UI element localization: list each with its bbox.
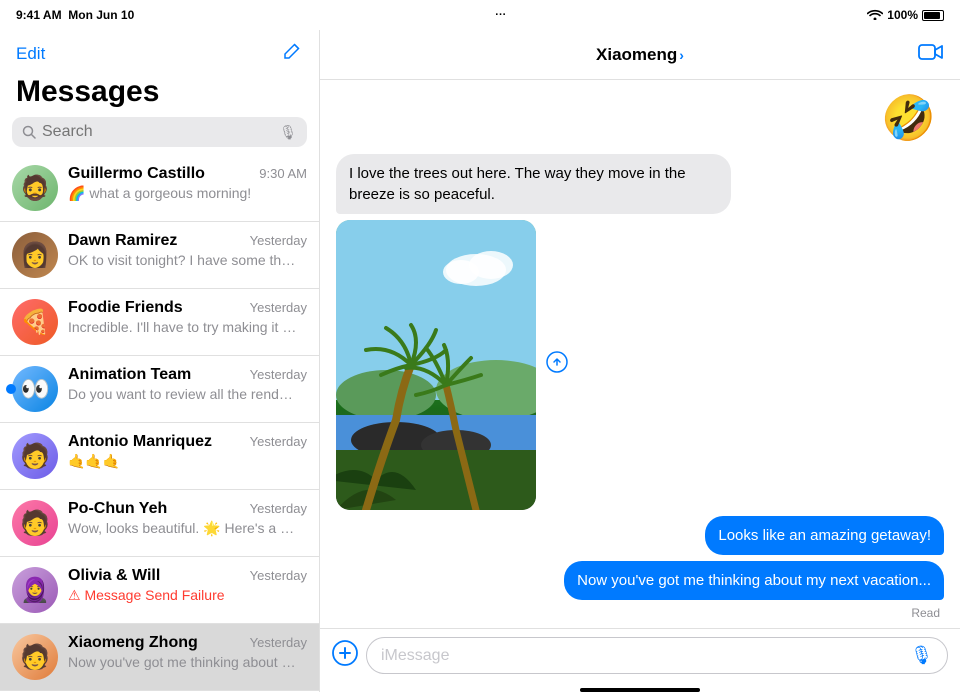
chat-messages: 🤣 I love the trees out here. The way the… — [320, 80, 960, 628]
message-bubble: I love the trees out here. The way they … — [336, 154, 731, 214]
conv-name: Animation Team — [68, 366, 191, 384]
chat-panel: Xiaomeng › 🤣 I love the trees out here. … — [320, 30, 960, 692]
sidebar-title: Messages — [0, 73, 319, 117]
conversation-item-pochun[interactable]: 🧑 Po-Chun Yeh Yesterday Wow, looks beaut… — [0, 490, 319, 557]
input-bar: iMessage 🎙 — [320, 628, 960, 686]
search-input[interactable] — [42, 123, 273, 141]
conversation-list: 🧔 Guillermo Castillo 9:30 AM 🌈 what a go… — [0, 155, 319, 692]
conv-time: Yesterday — [250, 300, 307, 315]
conv-name: Po-Chun Yeh — [68, 500, 167, 518]
avatar-guillermo: 🧔 — [12, 165, 58, 211]
app-container: Edit Messages 🎙 🧔 G — [0, 30, 960, 692]
conv-preview: Now you've got me thinking about my next… — [68, 654, 298, 670]
attachment-button[interactable] — [332, 640, 358, 672]
conv-preview: 🌈 what a gorgeous morning! — [68, 185, 298, 202]
message-input-field[interactable]: iMessage 🎙 — [366, 637, 948, 674]
conversation-item-guillermo[interactable]: 🧔 Guillermo Castillo 9:30 AM 🌈 what a go… — [0, 155, 319, 222]
search-icon — [22, 125, 36, 139]
search-bar[interactable]: 🎙 — [12, 117, 307, 147]
conv-content: Guillermo Castillo 9:30 AM 🌈 what a gorg… — [68, 165, 307, 202]
emoji-reaction: 🤣 — [881, 92, 936, 144]
conv-time: Yesterday — [250, 367, 307, 382]
conv-top-row: Olivia & Will Yesterday — [68, 567, 307, 585]
sidebar: Edit Messages 🎙 🧔 G — [0, 30, 320, 692]
conv-content: Foodie Friends Yesterday Incredible. I'l… — [68, 299, 307, 335]
message-bubble: Looks like an amazing getaway! — [705, 516, 944, 555]
conv-top-row: Xiaomeng Zhong Yesterday — [68, 634, 307, 652]
read-receipt: Read — [336, 606, 940, 620]
home-indicator — [580, 688, 700, 692]
avatar-pochun: 🧑 — [12, 500, 58, 546]
conv-name: Dawn Ramirez — [68, 232, 177, 250]
conv-time: Yesterday — [250, 635, 307, 650]
conv-name: Guillermo Castillo — [68, 165, 205, 183]
conv-content: Dawn Ramirez Yesterday OK to visit tonig… — [68, 232, 307, 268]
avatar-olivia: 🧕 — [12, 567, 58, 613]
wifi-icon — [867, 8, 883, 23]
avatar-antonio: 🧑 — [12, 433, 58, 479]
conversation-item-animation[interactable]: 👀 Animation Team Yesterday Do you want t… — [0, 356, 319, 423]
conversation-item-dawn[interactable]: 👩 Dawn Ramirez Yesterday OK to visit ton… — [0, 222, 319, 289]
status-bar: 9:41 AM Mon Jun 10 ··· 100% — [0, 0, 960, 30]
conv-preview: Wow, looks beautiful. 🌟 Here's a photo o… — [68, 520, 298, 537]
chat-header: Xiaomeng › — [320, 30, 960, 80]
avatar-animation: 👀 — [12, 366, 58, 412]
conv-content: Antonio Manriquez Yesterday 🤙🤙🤙 — [68, 433, 307, 470]
message-row: Now you've got me thinking about my next… — [336, 561, 944, 600]
conv-name: Xiaomeng Zhong — [68, 634, 198, 652]
conv-time: Yesterday — [250, 434, 307, 449]
conv-time: Yesterday — [250, 568, 307, 583]
conv-top-row: Animation Team Yesterday — [68, 366, 307, 384]
conv-preview: OK to visit tonight? I have some things … — [68, 252, 298, 268]
conv-time: 9:30 AM — [259, 166, 307, 181]
avatar-xiaomeng: 🧑 — [12, 634, 58, 680]
conversation-item-olivia[interactable]: 🧕 Olivia & Will Yesterday ⚠ Message Send… — [0, 557, 319, 624]
message-row: I love the trees out here. The way they … — [336, 154, 944, 214]
contact-chevron: › — [679, 47, 684, 63]
photo-message-row — [336, 220, 944, 510]
battery-label: 100% — [887, 8, 918, 22]
conv-time: Yesterday — [250, 501, 307, 516]
message-bubble: Now you've got me thinking about my next… — [564, 561, 944, 600]
conv-name: Antonio Manriquez — [68, 433, 212, 451]
message-placeholder: iMessage — [381, 647, 449, 665]
photo-message — [336, 220, 536, 510]
conv-name: Olivia & Will — [68, 567, 160, 585]
battery-icon — [922, 10, 944, 21]
avatar-dawn: 👩 — [12, 232, 58, 278]
conv-preview: Incredible. I'll have to try making it m… — [68, 319, 298, 335]
conversation-item-antonio[interactable]: 🧑 Antonio Manriquez Yesterday 🤙🤙🤙 — [0, 423, 319, 490]
compose-button[interactable] — [281, 40, 303, 67]
conv-preview: ⚠ Message Send Failure — [68, 587, 298, 604]
video-call-button[interactable] — [918, 43, 944, 67]
conversation-item-xiaomeng[interactable]: 🧑 Xiaomeng Zhong Yesterday Now you've go… — [0, 624, 319, 691]
conv-content: Xiaomeng Zhong Yesterday Now you've got … — [68, 634, 307, 670]
conv-preview: 🤙🤙🤙 — [68, 453, 298, 470]
conv-content: Animation Team Yesterday Do you want to … — [68, 366, 307, 402]
mic-icon: 🎙 — [279, 124, 297, 141]
conversation-item-foodie[interactable]: 🍕 Foodie Friends Yesterday Incredible. I… — [0, 289, 319, 356]
status-time: 9:41 AM Mon Jun 10 — [16, 8, 134, 22]
conv-content: Olivia & Will Yesterday ⚠ Message Send F… — [68, 567, 307, 604]
conv-content: Po-Chun Yeh Yesterday Wow, looks beautif… — [68, 500, 307, 537]
message-row: Looks like an amazing getaway! — [336, 516, 944, 555]
input-mic-button[interactable]: 🎙 — [910, 645, 933, 666]
avatar-foodie: 🍕 — [12, 299, 58, 345]
conv-top-row: Foodie Friends Yesterday — [68, 299, 307, 317]
status-indicators: 100% — [867, 8, 944, 23]
conv-top-row: Guillermo Castillo 9:30 AM — [68, 165, 307, 183]
edit-button[interactable]: Edit — [16, 44, 45, 64]
photo-image[interactable] — [336, 220, 536, 510]
conv-top-row: Dawn Ramirez Yesterday — [68, 232, 307, 250]
conv-name: Foodie Friends — [68, 299, 183, 317]
status-dots: ··· — [495, 9, 506, 21]
conv-top-row: Po-Chun Yeh Yesterday — [68, 500, 307, 518]
share-button[interactable] — [546, 351, 568, 379]
chat-contact-name[interactable]: Xiaomeng › — [596, 45, 684, 65]
conv-top-row: Antonio Manriquez Yesterday — [68, 433, 307, 451]
conv-preview: Do you want to review all the renders to… — [68, 386, 298, 402]
unread-dot — [6, 384, 16, 394]
conv-time: Yesterday — [250, 233, 307, 248]
sidebar-header: Edit — [0, 30, 319, 73]
